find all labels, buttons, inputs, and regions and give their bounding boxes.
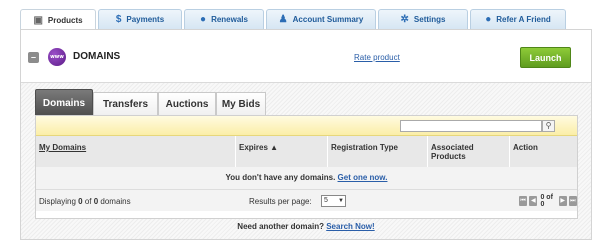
column-action: Action — [510, 136, 577, 167]
domains-panel: – www DOMAINS Rate product Launch Domain… — [20, 29, 592, 240]
www-globe-icon: www — [48, 48, 66, 66]
column-action-label: Action — [513, 143, 538, 152]
displaying-prefix: Displaying — [39, 197, 79, 206]
column-my-domains[interactable]: My Domains — [36, 136, 236, 167]
column-registration-type: Registration Type — [328, 136, 428, 167]
search-icon[interactable]: ⚲ — [542, 120, 555, 132]
column-expires-label: Expires ▲ — [239, 143, 279, 152]
column-expires[interactable]: Expires ▲ — [236, 136, 328, 167]
first-page-icon[interactable]: ⏮ — [519, 196, 528, 206]
prev-page-icon[interactable]: ◀ — [529, 196, 538, 206]
column-associated-products: Associated Products — [428, 136, 510, 167]
tab-transfers[interactable]: Transfers — [93, 92, 158, 115]
results-per-page-value: 5 — [324, 197, 328, 204]
displaying-count: Displaying 0 of 0 domains — [39, 197, 131, 206]
get-one-now-link[interactable]: Get one now. — [338, 173, 388, 182]
tab-products-label: Products — [47, 16, 83, 25]
tab-renewals[interactable]: ● Renewals — [184, 9, 264, 29]
collapse-icon[interactable]: – — [28, 52, 39, 63]
user-icon: ♟ — [278, 13, 288, 25]
tab-refer-a-friend[interactable]: ● Refer A Friend — [470, 9, 566, 29]
column-my-domains-label: My Domains — [39, 143, 87, 152]
results-per-page-label: Results per page: — [249, 197, 312, 206]
alert-icon: ● — [200, 13, 207, 25]
column-registration-type-label: Registration Type — [331, 143, 398, 152]
column-associated-products-label: Associated Products — [431, 143, 474, 161]
pagination: ⏮ ◀ 0 of 0 ▶ ⏭ — [519, 194, 577, 208]
search-input[interactable] — [400, 120, 542, 132]
results-per-page-select[interactable]: 5 ▼ — [321, 195, 346, 207]
tab-my-bids[interactable]: My Bids — [216, 92, 266, 115]
domains-table-panel: ⚲ My Domains Expires ▲ Registration Type… — [35, 115, 578, 219]
box-icon: ▣ — [33, 14, 43, 26]
empty-message-text: You don't have any domains. — [225, 173, 336, 182]
tab-domains[interactable]: Domains — [35, 89, 93, 116]
dropdown-arrow-icon: ▼ — [338, 198, 344, 204]
tab-payments-label: Payments — [126, 15, 165, 24]
page-title: DOMAINS — [73, 51, 121, 62]
tab-settings-label: Settings — [413, 15, 446, 24]
search-now-link[interactable]: Search Now! — [326, 222, 374, 231]
last-page-icon[interactable]: ⏭ — [568, 196, 577, 206]
speech-bubble-icon: ● — [485, 13, 492, 25]
need-another-text: Need another domain? — [237, 222, 324, 231]
tab-account-summary[interactable]: ♟ Account Summary — [266, 9, 376, 29]
tab-settings[interactable]: ✲ Settings — [378, 9, 468, 29]
displaying-mid: of — [82, 197, 94, 206]
next-page-icon[interactable]: ▶ — [558, 196, 567, 206]
displaying-suffix: domains — [98, 197, 131, 206]
search-bar: ⚲ — [36, 116, 577, 136]
tab-renewals-label: Renewals — [211, 15, 248, 24]
tab-products[interactable]: ▣ Products — [20, 9, 96, 31]
gear-icon: ✲ — [400, 13, 409, 25]
dollar-icon: $ — [115, 13, 122, 25]
tab-auctions[interactable]: Auctions — [158, 92, 216, 115]
launch-button[interactable]: Launch — [520, 47, 571, 68]
empty-table-message: You don't have any domains. Get one now. — [36, 167, 577, 189]
page-indicator: 0 of 0 — [540, 194, 553, 208]
need-another-domain: Need another domain? Search Now! — [21, 222, 591, 231]
tab-refer-a-friend-label: Refer A Friend — [496, 15, 551, 24]
panel-header: – www DOMAINS Rate product Launch — [21, 30, 591, 83]
table-footer: Displaying 0 of 0 domains Results per pa… — [36, 189, 577, 211]
rate-product-link[interactable]: Rate product — [354, 53, 400, 62]
tab-account-summary-label: Account Summary — [292, 15, 364, 24]
tab-payments[interactable]: $ Payments — [98, 9, 182, 29]
